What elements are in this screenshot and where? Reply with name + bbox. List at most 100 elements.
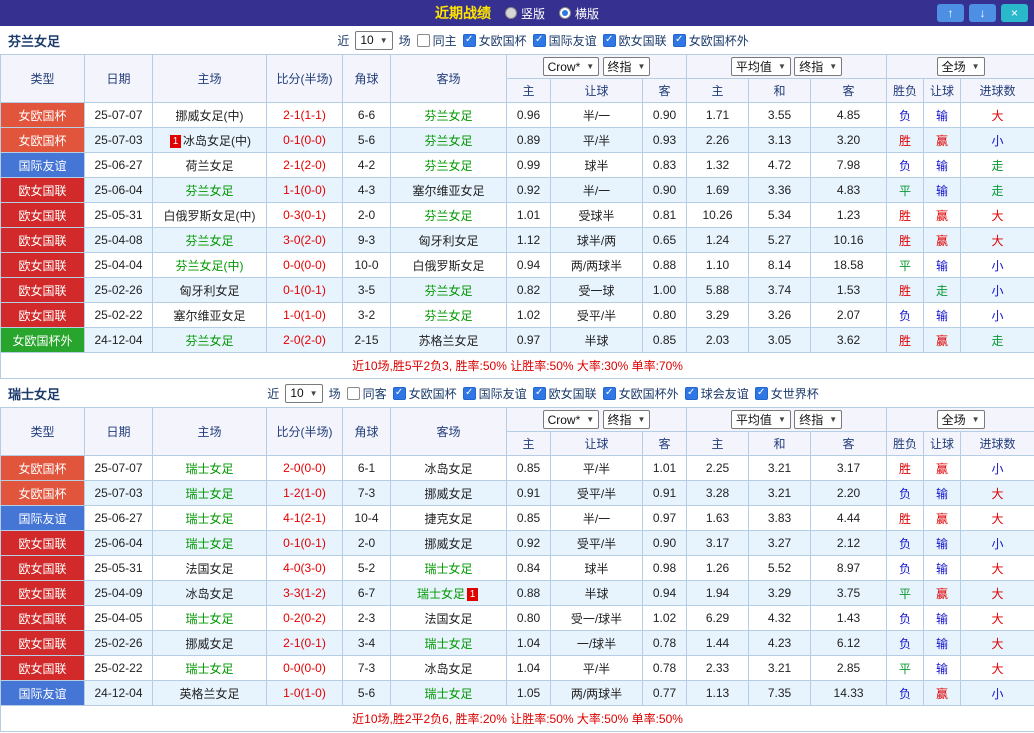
avg-away-odds: 7.98 — [810, 152, 888, 178]
match-score: 1-0(1-0) — [266, 302, 343, 328]
chevron-down-icon: ▼ — [971, 62, 980, 71]
competition-checkbox[interactable]: ✓ 国际友谊 — [532, 32, 597, 49]
avg-draw-odds: 3.74 — [748, 277, 812, 303]
handicap-line: 两/两球半 — [550, 680, 643, 706]
competition-checkbox[interactable]: ✓ 女欧国杯外 — [672, 32, 749, 49]
odds-time-select[interactable]: 终指 ▼ — [602, 409, 651, 429]
team-section-finland: 芬兰女足 近 10 ▼ 场 同主 ✓ 女欧国杯 ✓ 国际友谊 ✓ 欧女国联 ✓ 女欧国杯外 类… — [0, 26, 1034, 379]
card-badge: 1 — [467, 587, 478, 601]
team-label: 塞尔维亚女足 — [173, 308, 246, 323]
team-label: 挪威女足 — [424, 536, 473, 551]
move-up-button[interactable]: ↑ — [937, 4, 964, 22]
result-winloss: 胜 — [886, 277, 925, 303]
subcol-home-odds: 主 — [506, 78, 551, 103]
home-odds: 0.91 — [506, 480, 551, 506]
result-winloss: 负 — [886, 480, 925, 506]
subcol-avg-draw: 和 — [748, 431, 812, 456]
odds-time-select[interactable]: 终指 ▼ — [602, 56, 651, 76]
bookmaker-select[interactable]: Crow* ▼ — [542, 410, 600, 430]
away-odds: 1.01 — [641, 455, 688, 481]
result-goals: 大 — [960, 505, 1034, 531]
home-team-cell: 芬兰女足 — [152, 327, 267, 353]
team-label: 挪威女足 — [185, 636, 234, 651]
avg-draw-odds: 3.83 — [748, 505, 812, 531]
home-odds: 1.04 — [506, 630, 551, 656]
up-arrow-icon: ↑ — [947, 6, 954, 20]
competition-checkbox[interactable]: ✓ 欧女国联 — [602, 32, 667, 49]
avg-away-odds: 3.20 — [810, 127, 888, 153]
team-label: 英格兰女足 — [179, 686, 240, 701]
competition-checkbox[interactable]: ✓ 国际友谊 — [462, 385, 527, 402]
fulltime-select[interactable]: 全场 ▼ — [936, 57, 985, 76]
avg-away-odds: 6.12 — [810, 630, 888, 656]
same-home-checkbox[interactable]: 同主 — [416, 32, 457, 49]
col-header-corner: 角球 — [342, 407, 391, 456]
competition-checkbox[interactable]: ✓ 球会友谊 — [684, 385, 749, 402]
matches-tbody: 女欧国杯 25-07-07 挪威女足(中) 2-1(1-1) 6-6 芬兰女足 0.96 半/… — [0, 102, 1034, 353]
team-label: 芬兰女足(中) — [175, 258, 244, 273]
away-team-cell: 塞尔维亚女足 — [390, 177, 507, 203]
same-away-checkbox[interactable]: 同客 — [346, 385, 387, 402]
chevron-down-icon: ▼ — [971, 415, 980, 424]
match-date: 25-07-07 — [84, 102, 153, 128]
average-time-select[interactable]: 终指 ▼ — [794, 57, 843, 76]
away-team-cell: 瑞士女足 1 — [390, 580, 507, 606]
result-goals: 小 — [960, 127, 1034, 153]
competition-label: 欧女国联 — [618, 33, 667, 48]
fulltime-select[interactable]: 全场 ▼ — [936, 410, 985, 429]
subcol-handicap: 让球 — [550, 78, 643, 103]
competition-label: 女欧国杯外 — [688, 33, 749, 48]
away-odds: 0.93 — [641, 127, 688, 153]
home-team-cell: 塞尔维亚女足 — [152, 302, 267, 328]
average-select[interactable]: 平均值 ▼ — [730, 57, 791, 76]
home-odds: 1.02 — [506, 302, 551, 328]
away-team-cell: 芬兰女足 — [390, 152, 507, 178]
close-button[interactable]: × — [1001, 4, 1028, 22]
competition-checkbox[interactable]: ✓ 女欧国杯 — [392, 385, 457, 402]
chevron-down-icon: ▼ — [586, 415, 595, 425]
away-team-cell: 法国女足 — [390, 605, 507, 631]
corner-count: 3-5 — [342, 277, 391, 303]
home-team-cell: 英格兰女足 — [152, 680, 267, 706]
handicap-line: 半/一 — [550, 505, 643, 531]
competition-checkbox[interactable]: ✓ 欧女国联 — [532, 385, 597, 402]
corner-count: 5-6 — [342, 127, 391, 153]
radio-horizontal-layout[interactable]: 横版 — [559, 5, 599, 22]
average-time-select[interactable]: 终指 ▼ — [794, 410, 843, 429]
away-odds: 0.78 — [641, 655, 688, 681]
competition-checkbox[interactable]: ✓ 女欧国杯外 — [602, 385, 679, 402]
home-odds: 1.01 — [506, 202, 551, 228]
chevron-down-icon: ▼ — [586, 62, 595, 72]
corner-count: 4-3 — [342, 177, 391, 203]
home-odds: 0.85 — [506, 455, 551, 481]
match-count-value: 10 — [290, 386, 304, 400]
move-down-button[interactable]: ↓ — [969, 4, 996, 22]
team-label: 芬兰女足 — [185, 183, 234, 198]
corner-count: 4-2 — [342, 152, 391, 178]
bookmaker-select[interactable]: Crow* ▼ — [542, 57, 600, 77]
competition-type-badge: 女欧国杯 — [0, 102, 85, 128]
corner-count: 5-2 — [342, 555, 391, 581]
chevron-down-icon: ▼ — [379, 35, 388, 45]
result-goals: 小 — [960, 530, 1034, 556]
home-odds: 0.96 — [506, 102, 551, 128]
team-label: 芬兰女足 — [424, 208, 473, 223]
checkbox-checked-icon: ✓ — [602, 386, 616, 400]
result-handicap: 走 — [923, 277, 962, 303]
match-score: 1-2(1-0) — [266, 480, 343, 506]
competition-type-badge: 欧女国联 — [0, 530, 85, 556]
corner-count: 5-6 — [342, 680, 391, 706]
corner-count: 6-1 — [342, 455, 391, 481]
competition-label: 球会友谊 — [700, 386, 749, 401]
games-label: 场 — [328, 386, 341, 401]
match-date: 25-06-27 — [84, 505, 153, 531]
competition-checkbox[interactable]: ✓ 女欧国杯 — [462, 32, 527, 49]
team-label: 芬兰女足 — [424, 133, 473, 148]
match-count-select[interactable]: 10 ▼ — [285, 383, 323, 403]
match-count-select[interactable]: 10 ▼ — [355, 30, 393, 50]
match-score: 0-1(0-1) — [266, 530, 343, 556]
radio-vertical-layout[interactable]: 竖版 — [504, 5, 545, 22]
competition-checkbox[interactable]: ✓ 女世界杯 — [754, 385, 819, 402]
team-label: 芬兰女足 — [185, 233, 234, 248]
average-select[interactable]: 平均值 ▼ — [730, 410, 791, 429]
